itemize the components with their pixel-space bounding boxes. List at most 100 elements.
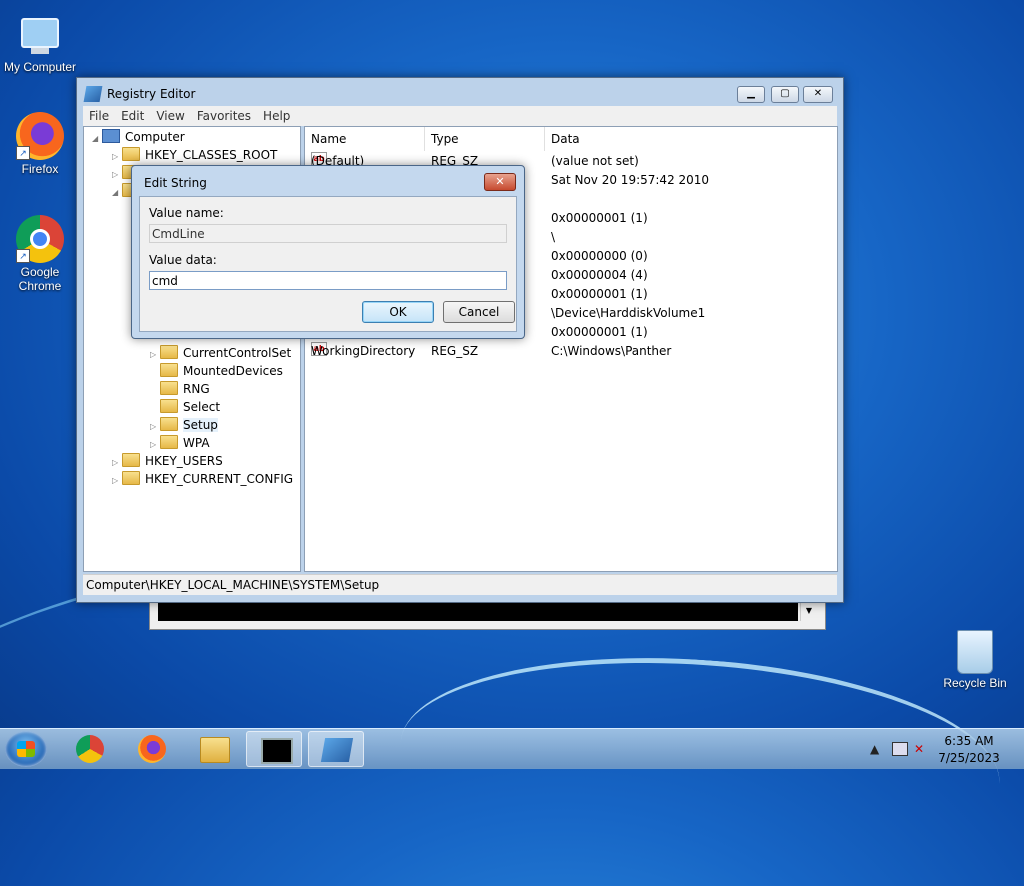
- desktop-icon-label: Recycle Bin: [943, 676, 1007, 690]
- tree-item-select[interactable]: Select: [150, 398, 220, 416]
- tree-item-currentcontrolset[interactable]: ▷ CurrentControlSet: [150, 344, 291, 362]
- dialog-title: Edit String: [144, 176, 207, 190]
- taskbar-firefox[interactable]: [124, 731, 180, 767]
- minimize-button[interactable]: ▁: [737, 86, 765, 103]
- computer-icon: [21, 18, 59, 54]
- desktop-icon-label: My Computer: [3, 60, 77, 74]
- desktop-icon-label: Firefox: [21, 162, 59, 176]
- value-data-input[interactable]: cmd: [149, 271, 507, 290]
- regedit-icon: [83, 86, 103, 102]
- volume-muted-icon[interactable]: ✕: [914, 742, 926, 756]
- cancel-button[interactable]: Cancel: [443, 301, 515, 323]
- tree-item-hkcr[interactable]: ▷ HKEY_CLASSES_ROOT: [112, 146, 277, 164]
- value-data: Sat Nov 20 19:57:42 2010: [551, 173, 710, 187]
- expand-arrow-icon[interactable]: ▷: [112, 472, 122, 490]
- folder-icon: [122, 471, 140, 485]
- tree-item-label: CurrentControlSet: [183, 346, 292, 360]
- tree-item-label: WPA: [183, 436, 210, 450]
- ok-button[interactable]: OK: [362, 301, 434, 323]
- tree-item-hkcc[interactable]: ▷ HKEY_CURRENT_CONFIG: [112, 470, 293, 488]
- clock[interactable]: 6:35 AM 7/25/2023: [934, 733, 1004, 767]
- window-title: Registry Editor: [107, 87, 196, 101]
- recycle-bin-icon: [957, 630, 993, 674]
- column-header-data[interactable]: Data: [545, 127, 837, 151]
- desktop-icon-recycle-bin[interactable]: Recycle Bin: [935, 630, 1015, 690]
- computer-icon: [102, 129, 120, 143]
- folder-icon: [122, 147, 140, 161]
- scroll-down-arrow-icon[interactable]: ▼: [800, 601, 817, 621]
- value-data: C:\Windows\Panther: [551, 344, 672, 358]
- tree-item-label: HKEY_CURRENT_CONFIG: [145, 472, 294, 486]
- regedit-icon: [320, 738, 354, 762]
- taskbar-chrome[interactable]: [62, 731, 118, 767]
- folder-icon: [160, 417, 178, 431]
- desktop-icon-my-computer[interactable]: My Computer: [0, 8, 80, 74]
- tree-item-label: HKEY_USERS: [145, 454, 223, 468]
- tree-item-wpa[interactable]: ▷ WPA: [150, 434, 210, 452]
- collapse-arrow-icon[interactable]: ◢: [112, 184, 122, 202]
- value-row[interactable]: ab WorkingDirectory REG_SZ C:\Windows\Pan…: [305, 342, 837, 361]
- desktop-icon-chrome[interactable]: ↗ Google Chrome: [0, 215, 80, 293]
- menu-help[interactable]: Help: [257, 106, 296, 123]
- close-button[interactable]: ✕: [803, 86, 833, 103]
- shortcut-arrow-icon: ↗: [16, 146, 30, 160]
- tree-item-mounteddevices[interactable]: MountedDevices: [150, 362, 283, 380]
- tree-item-hku[interactable]: ▷ HKEY_USERS: [112, 452, 223, 470]
- cmd-console[interactable]: [158, 601, 798, 621]
- taskbar: ▲ ✕ 6:35 AM 7/25/2023: [0, 728, 1024, 769]
- dialog-close-button[interactable]: ✕: [484, 173, 516, 191]
- folder-icon: [122, 453, 140, 467]
- value-data-label: Value data:: [149, 253, 217, 267]
- tree-item-label: MountedDevices: [183, 364, 283, 378]
- folder-icon: [160, 345, 178, 359]
- tree-item-label: Select: [183, 400, 221, 414]
- status-bar: Computer\HKEY_LOCAL_MACHINE\SYSTEM\Setup: [83, 574, 837, 595]
- firefox-icon: ↗: [16, 112, 64, 160]
- clock-date: 7/25/2023: [938, 751, 1000, 765]
- collapse-arrow-icon[interactable]: ◢: [92, 130, 102, 148]
- value-data: 0x00000000 (0): [551, 249, 648, 263]
- menu-edit[interactable]: Edit: [115, 106, 150, 123]
- tree-item-setup[interactable]: ▷ Setup: [150, 416, 218, 434]
- value-data: 0x00000001 (1): [551, 211, 648, 225]
- registry-editor-window: Registry Editor ▁ ▢ ✕ File Edit View Favori…: [76, 77, 844, 603]
- tree-item-label: Computer: [125, 130, 185, 144]
- desktop-icon-label: Google Chrome: [18, 265, 62, 293]
- tree-item-label: RNG: [183, 382, 210, 396]
- value-name-field: CmdLine: [149, 224, 507, 243]
- cmd-icon: [261, 738, 293, 764]
- value-name-label: Value name:: [149, 206, 224, 220]
- value-data: \: [551, 230, 556, 244]
- value-data: 0x00000001 (1): [551, 325, 648, 339]
- title-bar[interactable]: Registry Editor ▁ ▢ ✕: [77, 78, 843, 106]
- menu-view[interactable]: View: [150, 106, 190, 123]
- menu-bar: File Edit View Favorites Help: [83, 106, 837, 126]
- tree-item-label-selected: Setup: [183, 418, 218, 432]
- folder-icon: [160, 363, 178, 377]
- chrome-icon: [76, 735, 104, 763]
- taskbar-regedit[interactable]: [308, 731, 364, 767]
- network-icon[interactable]: [892, 742, 908, 756]
- maximize-button[interactable]: ▢: [771, 86, 799, 103]
- folder-icon: [160, 399, 178, 413]
- show-hidden-icons-button[interactable]: ▲: [870, 742, 879, 756]
- value-data: (value not set): [551, 154, 639, 168]
- value-name: WorkingDirectory: [311, 344, 416, 358]
- explorer-icon: [200, 737, 230, 763]
- value-data: 0x00000004 (4): [551, 268, 648, 282]
- desktop-icon-firefox[interactable]: ↗ Firefox: [0, 112, 80, 176]
- tree-item-computer[interactable]: ◢ Computer: [92, 128, 185, 146]
- column-header-type[interactable]: Type: [425, 127, 545, 151]
- value-data: \Device\HarddiskVolume1: [551, 306, 706, 320]
- menu-favorites[interactable]: Favorites: [191, 106, 257, 123]
- column-header-name[interactable]: Name: [305, 127, 425, 151]
- start-button[interactable]: [5, 731, 47, 767]
- value-type: REG_SZ: [431, 344, 479, 358]
- taskbar-explorer[interactable]: [186, 731, 242, 767]
- dialog-body: Value name: CmdLine Value data: cmd OK C…: [139, 196, 517, 332]
- menu-file[interactable]: File: [83, 106, 115, 123]
- edit-string-dialog: Edit String ✕ Value name: CmdLine Value …: [131, 165, 525, 339]
- status-path: Computer\HKEY_LOCAL_MACHINE\SYSTEM\Setup: [86, 578, 380, 592]
- taskbar-cmd[interactable]: [246, 731, 302, 767]
- tree-item-rng[interactable]: RNG: [150, 380, 210, 398]
